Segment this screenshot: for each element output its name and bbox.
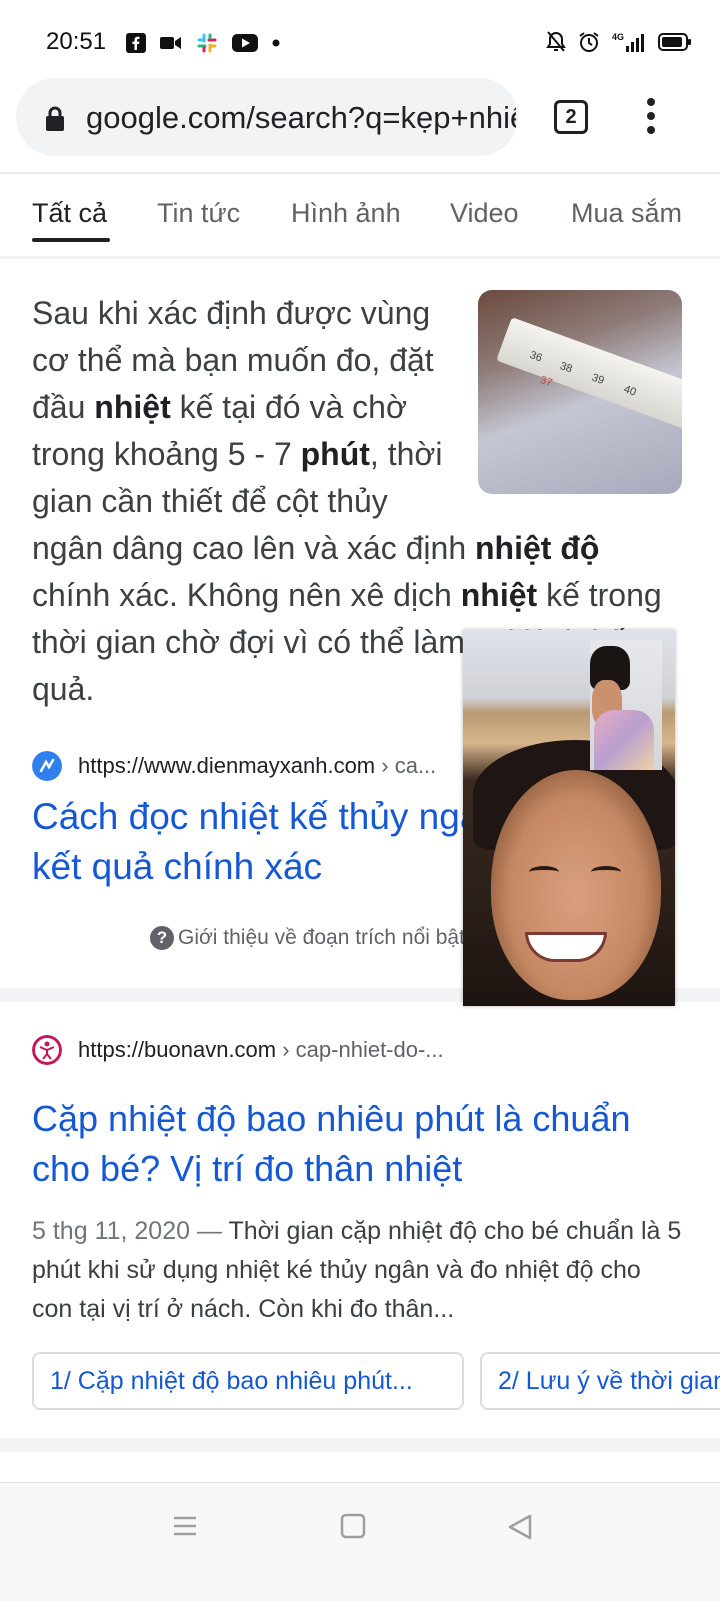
divider — [0, 172, 720, 174]
svg-text:4G: 4G — [612, 32, 624, 42]
back-triangle-icon[interactable] — [506, 1513, 534, 1541]
result-description: 5 thg 11, 2020 — Thời gian cặp nhiệt độ … — [32, 1217, 682, 1323]
menu-icon[interactable] — [172, 1513, 198, 1539]
self-view-pip[interactable] — [590, 640, 662, 770]
url-text[interactable]: google.com/search?q=kẹp+nhiệt — [86, 100, 516, 136]
alarm-icon — [579, 32, 599, 52]
result-sitelink-chip[interactable]: 1/ Cặp nhiệt độ bao nhiêu phút... — [32, 1352, 464, 1410]
snippet-source[interactable]: https://www.dienmayxanh.com › ca... — [32, 750, 436, 782]
battery-icon — [658, 33, 691, 51]
notification-icons — [126, 32, 280, 54]
tab-videos[interactable]: Video — [450, 198, 519, 229]
result-title-link[interactable]: Cặp nhiệt độ bao nhiêu phút là chuẩn cho… — [32, 1094, 692, 1194]
system-nav-bar — [0, 1482, 720, 1601]
buonavn-favicon-icon — [32, 1035, 62, 1065]
tab-news[interactable]: Tin tức — [157, 198, 240, 229]
about-featured-snippet-label: Giới thiệu về đoạn trích nổi bật — [178, 926, 465, 949]
video-call-overlay[interactable] — [463, 630, 675, 1006]
home-square-icon[interactable] — [340, 1513, 366, 1539]
snippet-bold-term: nhiệt độ — [475, 530, 600, 566]
search-tabs: Tất cả Tin tức Hình ảnh Video Mua sắm — [0, 176, 720, 254]
lock-icon — [46, 106, 64, 131]
caller-face-image — [491, 770, 661, 1000]
divider — [0, 256, 720, 259]
tab-all[interactable]: Tất cả — [32, 198, 107, 229]
mute-icon — [546, 31, 566, 52]
status-bar: 20:51 4G — [0, 0, 720, 80]
tab-shopping[interactable]: Mua sắm — [571, 198, 682, 229]
system-icons: 4G — [546, 31, 692, 53]
4g-signal-icon: 4G — [612, 32, 644, 52]
status-time: 20:51 — [46, 28, 107, 55]
snippet-bold-term: nhiệt — [460, 577, 538, 613]
snippet-bold-term: nhiệt — [94, 389, 171, 425]
result-date: 5 thg 11, 2020 — [32, 1217, 191, 1245]
active-tab-indicator — [32, 238, 110, 242]
address-bar[interactable]: google.com/search?q=kẹp+nhiệt — [16, 78, 518, 156]
help-icon: ? — [150, 926, 174, 950]
thermometer-image: 36 38 39 40 37 — [496, 317, 682, 429]
about-featured-snippet[interactable]: ? Giới thiệu về đoạn trích nổi bật — [150, 926, 465, 950]
tab-images[interactable]: Hình ảnh — [291, 198, 401, 229]
dot-icon — [272, 39, 280, 47]
dienmayxanh-favicon-icon — [32, 751, 62, 781]
snippet-thumbnail-image[interactable]: 36 38 39 40 37 — [478, 290, 682, 494]
snippet-text-segment: chính xác. Không nên xê dịch — [32, 577, 461, 613]
result-sitelink-chip[interactable]: 2/ Lưu ý về thời gian — [480, 1352, 720, 1410]
result-source-url: https://buonavn.com › cap-nhiet-do-... — [78, 1037, 444, 1062]
youtube-icon — [232, 34, 258, 52]
facebook-icon — [126, 33, 146, 53]
video-camera-icon — [160, 37, 181, 49]
snippet-source-url: https://www.dienmayxanh.com › ca... — [78, 753, 437, 778]
slack-icon — [197, 33, 217, 53]
result-source[interactable]: https://buonavn.com › cap-nhiet-do-... — [32, 1034, 444, 1066]
result-separator — [0, 1438, 720, 1452]
tab-switcher-button[interactable]: 2 — [554, 100, 588, 134]
snippet-bold-term: phút — [300, 436, 370, 472]
overflow-menu-icon[interactable] — [638, 98, 664, 138]
